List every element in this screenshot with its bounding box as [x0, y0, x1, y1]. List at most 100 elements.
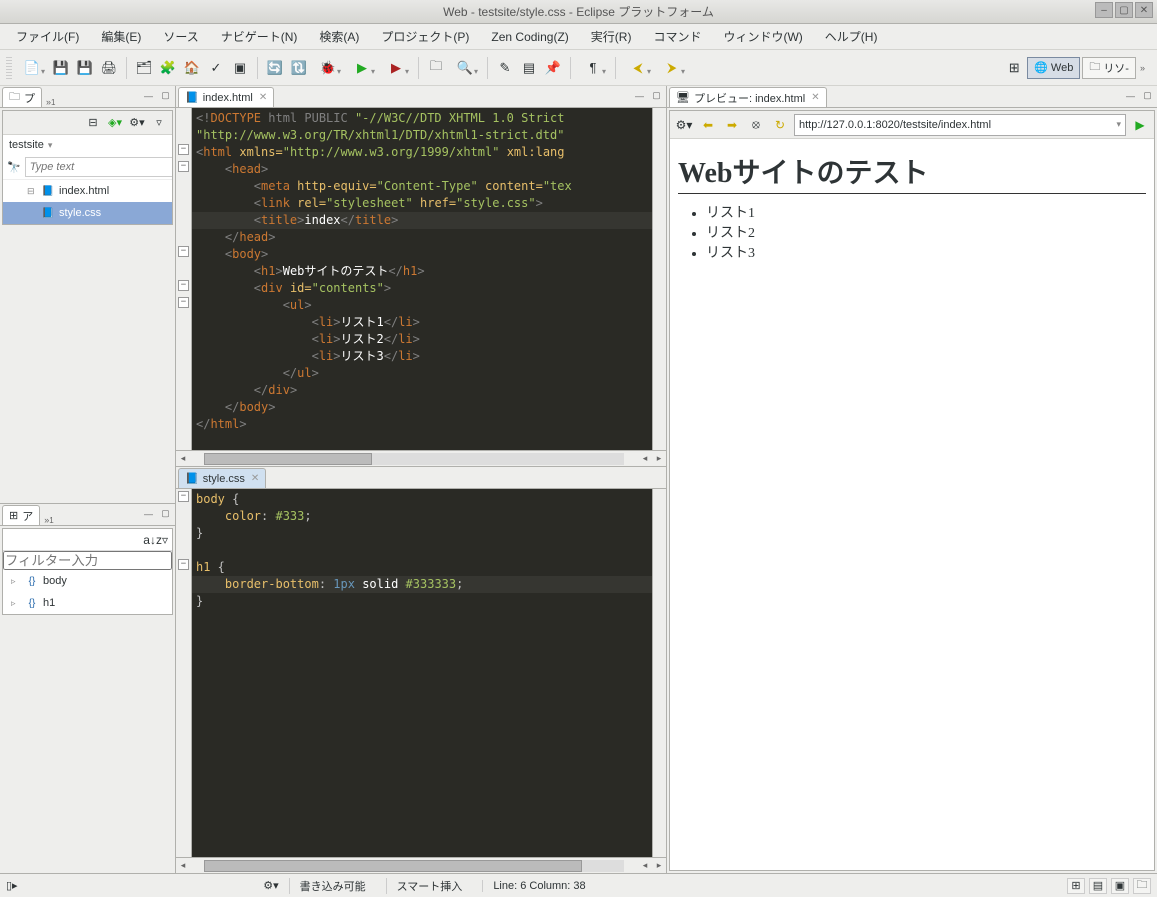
preview-tab[interactable]: 🖥 プレビュー: index.html ✕: [669, 87, 827, 107]
print-button[interactable]: 🖨: [98, 57, 120, 79]
status-icon-4[interactable]: 🗀: [1133, 878, 1151, 894]
menu-zen[interactable]: Zen Coding(Z): [481, 27, 578, 47]
save-button[interactable]: 💾: [50, 57, 72, 79]
status-icon-1[interactable]: ⊞: [1067, 878, 1085, 894]
fold-icon[interactable]: −: [178, 280, 189, 291]
terminal-icon[interactable]: ▣: [229, 57, 251, 79]
project-label[interactable]: testsite ▾: [3, 135, 172, 155]
status-launch-icon[interactable]: ▯▸: [6, 879, 18, 892]
minimize-button[interactable]: –: [1095, 2, 1113, 18]
css-code[interactable]: body { color: #333; } h1 { border-bottom…: [192, 489, 652, 857]
prev-forward-icon[interactable]: ➡: [722, 115, 742, 135]
editor-gutter[interactable]: − − − − −: [176, 108, 192, 450]
fold-icon[interactable]: −: [178, 144, 189, 155]
pin-icon[interactable]: 📌: [542, 57, 564, 79]
project-explorer-tab[interactable]: 🗀 プ: [2, 87, 42, 107]
link-editor-icon[interactable]: ◈▾: [106, 114, 124, 132]
prev-back-icon[interactable]: ⬅: [698, 115, 718, 135]
minimize-view-icon[interactable]: —: [632, 88, 647, 103]
status-gear-icon[interactable]: ⚙▾: [263, 879, 278, 892]
perspective-resource[interactable]: 🗀 リソ-: [1082, 57, 1136, 79]
go-button[interactable]: ▶: [1130, 115, 1150, 135]
open-perspective-button[interactable]: ⊞: [1003, 57, 1025, 79]
maximize-view-icon[interactable]: ▢: [649, 88, 664, 103]
outline-filter-input[interactable]: [3, 551, 172, 570]
tasks-icon[interactable]: ▤: [518, 57, 540, 79]
perspectives-overflow[interactable]: »: [1140, 63, 1145, 73]
run-last-button[interactable]: ▶: [380, 57, 412, 79]
menu-window[interactable]: ウィンドウ(W): [713, 25, 812, 48]
prev-stop-icon[interactable]: ⦻: [746, 115, 766, 135]
tree-file-index[interactable]: ⊟📘index.html: [3, 180, 172, 202]
tree-file-style[interactable]: 📘style.css: [3, 202, 172, 224]
menu-file[interactable]: ファイル(F): [6, 25, 89, 48]
status-icon-2[interactable]: ▤: [1089, 878, 1107, 894]
editor-tab-index[interactable]: 📘 index.html ✕: [178, 87, 274, 107]
fold-icon[interactable]: −: [178, 559, 189, 570]
collapse-all-icon[interactable]: ⊟: [84, 114, 102, 132]
maximize-view-icon[interactable]: ▢: [1140, 88, 1155, 103]
sort-icon[interactable]: a↓z: [143, 533, 162, 547]
preview-url-input[interactable]: http://127.0.0.1:8020/testsite/index.htm…: [794, 114, 1126, 136]
close-tab-icon[interactable]: ✕: [811, 92, 819, 103]
outline-tab[interactable]: ⊞ ア: [2, 505, 40, 525]
menu-search[interactable]: 検索(A): [309, 25, 369, 48]
forward-button[interactable]: ⮞: [656, 57, 688, 79]
menu-edit[interactable]: 編集(E): [91, 25, 151, 48]
menu-run[interactable]: 実行(R): [581, 25, 642, 48]
home-icon[interactable]: 🏠: [181, 57, 203, 79]
status-icon-3[interactable]: ▣: [1111, 878, 1129, 894]
new-button[interactable]: 📄: [16, 57, 48, 79]
validator-icon[interactable]: ✓: [205, 57, 227, 79]
debug-button[interactable]: 🐞: [312, 57, 344, 79]
html-editor[interactable]: − − − − − <!DOCTYPE html PUBLIC "-//W3C/…: [176, 108, 666, 450]
close-button[interactable]: ✕: [1135, 2, 1153, 18]
fold-icon[interactable]: −: [178, 246, 189, 257]
toolbar-grip[interactable]: [6, 57, 12, 79]
back-button[interactable]: ⮜: [622, 57, 654, 79]
marker-icon[interactable]: ✎: [494, 57, 516, 79]
show-whitespace-button[interactable]: ¶: [577, 57, 609, 79]
run-button[interactable]: ▶: [346, 57, 378, 79]
h-scrollbar[interactable]: ◂◂▸: [176, 857, 666, 873]
overview-ruler[interactable]: [652, 489, 666, 857]
outline-item-body[interactable]: ▹{}body: [3, 570, 172, 592]
menu-project[interactable]: プロジェクト(P): [371, 25, 479, 48]
search-button[interactable]: 🔍: [449, 57, 481, 79]
maximize-view-icon[interactable]: ▢: [158, 88, 173, 103]
html-code[interactable]: <!DOCTYPE html PUBLIC "-//W3C//DTD XHTML…: [192, 108, 652, 450]
gear-icon[interactable]: ⚙▾: [128, 114, 146, 132]
css-editor[interactable]: − − body { color: #333; } h1 { border-bo…: [176, 489, 666, 857]
explorer-overflow[interactable]: »1: [46, 97, 55, 107]
menu-source[interactable]: ソース: [153, 25, 208, 48]
minimize-view-icon[interactable]: —: [141, 506, 156, 521]
view-menu-icon[interactable]: ▿: [150, 114, 168, 132]
fold-icon[interactable]: −: [178, 161, 189, 172]
outline-overflow[interactable]: »1: [44, 515, 53, 525]
folder-icon[interactable]: 🗀: [425, 57, 447, 79]
binoculars-icon[interactable]: 🔭: [7, 158, 21, 176]
close-tab-icon[interactable]: ✕: [259, 92, 267, 103]
menu-commands[interactable]: コマンド: [643, 25, 711, 48]
editor-tab-style[interactable]: 📘 style.css ✕: [178, 468, 266, 488]
perspective-web[interactable]: 🌐 Web: [1027, 57, 1080, 79]
maximize-button[interactable]: ▢: [1115, 2, 1133, 18]
editor-gutter[interactable]: − −: [176, 489, 192, 857]
snippets-icon[interactable]: 🧩: [157, 57, 179, 79]
fold-icon[interactable]: −: [178, 491, 189, 502]
menu-help[interactable]: ヘルプ(H): [815, 25, 888, 48]
h-scrollbar[interactable]: ◂◂▸: [176, 450, 666, 466]
app-explorer-icon[interactable]: 🗂: [133, 57, 155, 79]
save-all-button[interactable]: 💾: [74, 57, 96, 79]
outline-item-h1[interactable]: ▹{}h1: [3, 592, 172, 614]
prev-refresh-icon[interactable]: ↻: [770, 115, 790, 135]
fold-icon[interactable]: −: [178, 297, 189, 308]
maximize-view-icon[interactable]: ▢: [158, 506, 173, 521]
close-tab-icon[interactable]: ✕: [251, 473, 259, 484]
minimize-view-icon[interactable]: —: [141, 88, 156, 103]
refresh-icon[interactable]: 🔄: [264, 57, 286, 79]
sync-icon[interactable]: 🔃: [288, 57, 310, 79]
explorer-filter-input[interactable]: [25, 157, 173, 177]
overview-ruler[interactable]: [652, 108, 666, 450]
gear-icon[interactable]: ⚙▾: [674, 115, 694, 135]
